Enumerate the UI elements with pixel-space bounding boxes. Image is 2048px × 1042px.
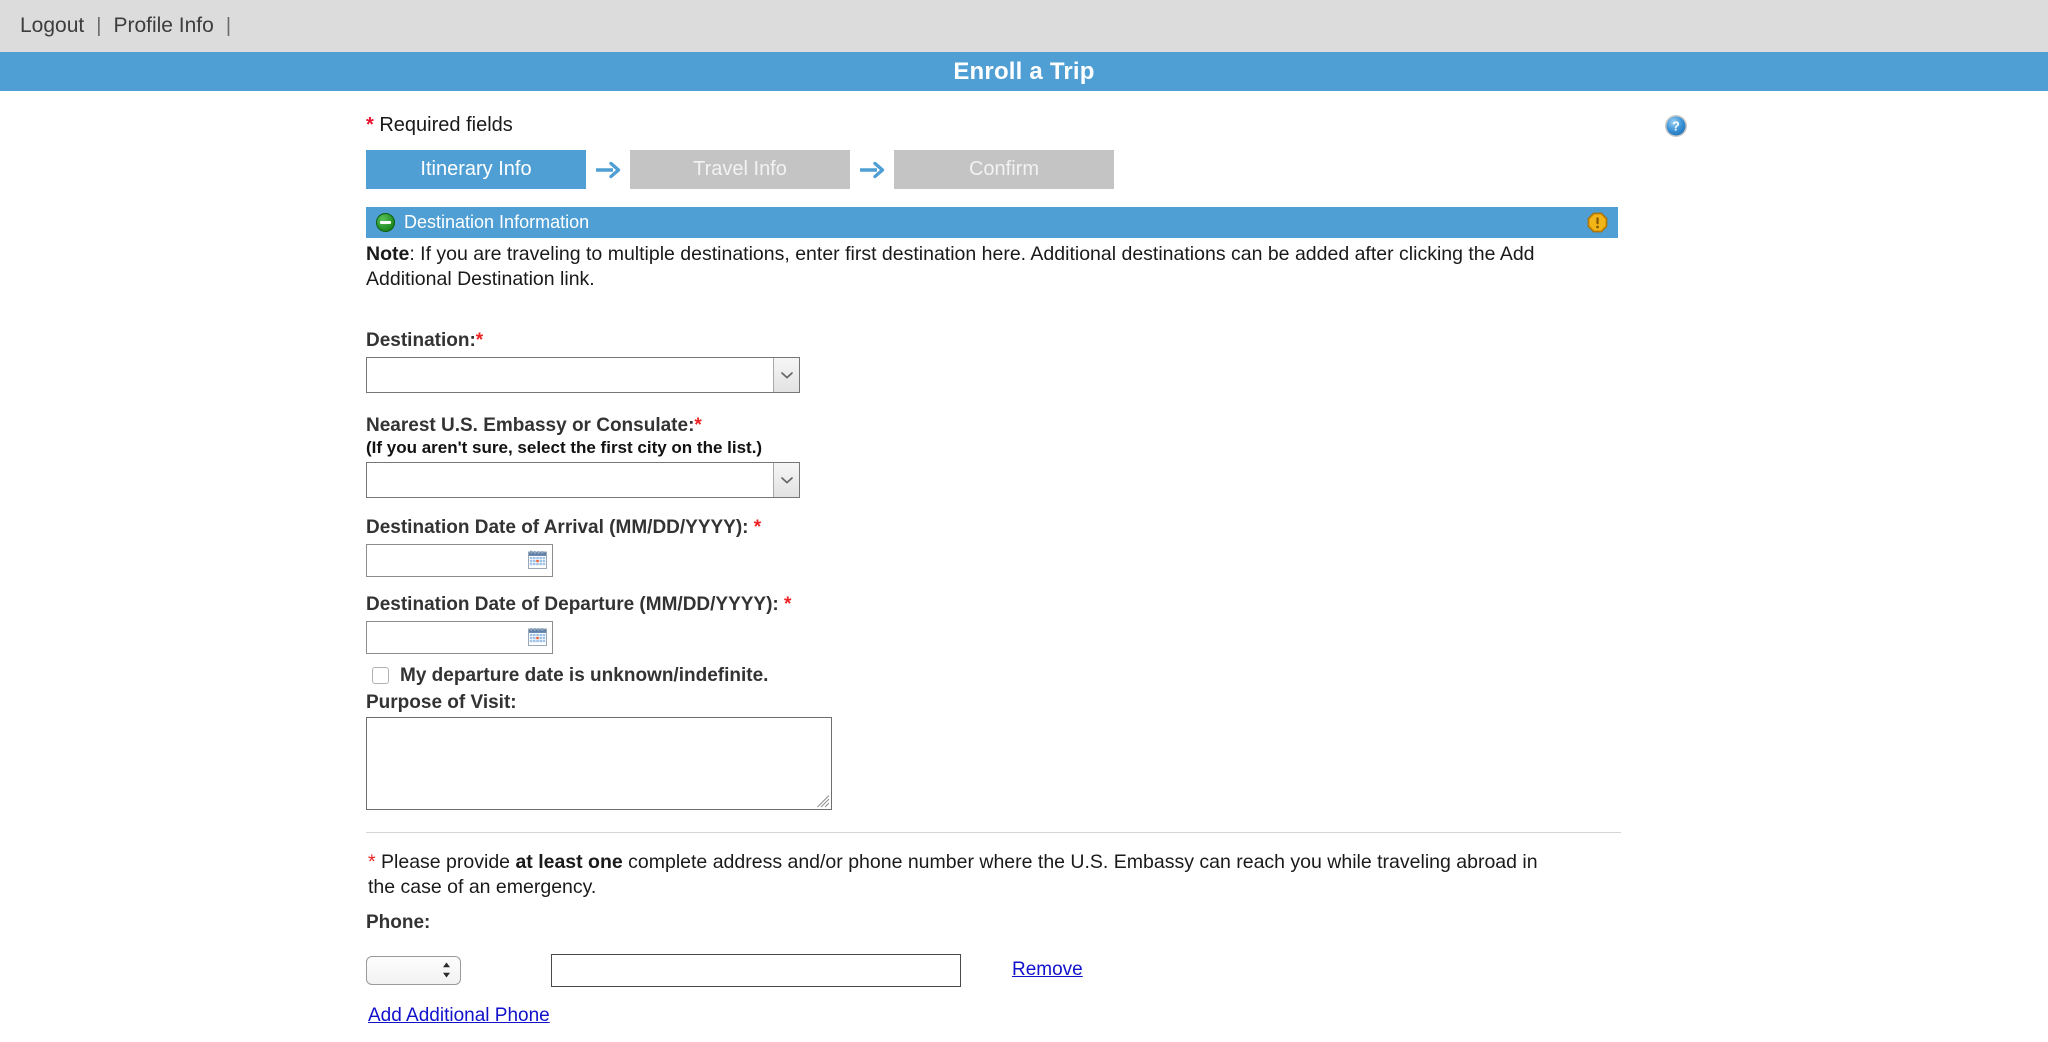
emergency-text-before: Please provide bbox=[375, 851, 516, 874]
resize-grip-icon[interactable] bbox=[817, 795, 830, 808]
departure-date-label-text: Destination Date of Departure (MM/DD/YYY… bbox=[366, 593, 779, 615]
arrow-right-icon-2 bbox=[850, 160, 894, 180]
destination-note: Note: If you are traveling to multiple d… bbox=[366, 242, 1561, 291]
section-title: Destination Information bbox=[404, 212, 590, 232]
calendar-icon-2[interactable] bbox=[528, 628, 547, 647]
arrival-date-label: Destination Date of Arrival (MM/DD/YYYY)… bbox=[366, 516, 2048, 540]
profile-info-link[interactable]: Profile Info bbox=[103, 14, 223, 38]
step-travel-info[interactable]: Travel Info bbox=[630, 150, 850, 189]
arrival-required-asterisk: * bbox=[753, 517, 762, 539]
phone-section-label: Phone: bbox=[366, 911, 431, 933]
page-title-banner: Enroll a Trip bbox=[0, 52, 2048, 91]
step-travel-info-label: Travel Info bbox=[693, 158, 787, 180]
arrow-right-icon bbox=[586, 160, 630, 180]
embassy-label: Nearest U.S. Embassy or Consulate:* bbox=[366, 414, 2048, 438]
phone-entry-row: Remove bbox=[366, 953, 2048, 987]
emergency-bold-text: at least one bbox=[515, 851, 623, 874]
departure-date-input[interactable] bbox=[366, 620, 553, 654]
embassy-hint: (If you aren't sure, select the first ci… bbox=[366, 437, 763, 457]
embassy-required-asterisk: * bbox=[694, 414, 702, 436]
emergency-asterisk: * bbox=[368, 851, 376, 874]
up-down-arrows-icon bbox=[442, 962, 451, 979]
add-additional-phone-link[interactable]: Add Additional Phone bbox=[368, 1005, 550, 1026]
page-root: Logout | Profile Info | Enroll a Trip ? … bbox=[0, 0, 2048, 1042]
required-fields-note: * Required fields bbox=[366, 114, 2048, 137]
purpose-of-visit-label: Purpose of Visit: bbox=[366, 691, 517, 713]
destination-label: Destination:* bbox=[366, 329, 2048, 353]
top-utility-bar: Logout | Profile Info | bbox=[0, 0, 2048, 52]
destination-select[interactable] bbox=[366, 356, 800, 393]
departure-unknown-row[interactable]: My departure date is unknown/indefinite. bbox=[372, 665, 2048, 687]
note-label: Note bbox=[366, 243, 410, 265]
phone-number-input[interactable] bbox=[551, 953, 961, 987]
page-title: Enroll a Trip bbox=[953, 57, 1095, 85]
add-phone-row: Add Additional Phone bbox=[368, 1005, 2048, 1027]
embassy-select[interactable] bbox=[366, 462, 800, 499]
minus-circle-icon[interactable] bbox=[376, 213, 395, 232]
step-confirm-label: Confirm bbox=[968, 158, 1039, 180]
purpose-of-visit-textarea[interactable] bbox=[366, 717, 832, 811]
destination-label-text: Destination: bbox=[366, 330, 476, 352]
main-content: * Required fields Itinerary Info Travel … bbox=[0, 91, 2048, 1042]
departure-required-asterisk: * bbox=[784, 593, 792, 615]
step-itinerary-info[interactable]: Itinerary Info bbox=[366, 150, 586, 189]
warning-exclamation-icon bbox=[1587, 212, 1608, 233]
departure-date-label: Destination Date of Departure (MM/DD/YYY… bbox=[366, 593, 2048, 617]
phone-type-select[interactable] bbox=[366, 955, 461, 985]
note-text: : If you are traveling to multiple desti… bbox=[366, 243, 1535, 290]
required-fields-label: Required fields bbox=[379, 114, 513, 136]
section-divider bbox=[366, 832, 1621, 834]
departure-unknown-checkbox[interactable] bbox=[372, 667, 389, 685]
nav-separator-2: | bbox=[225, 14, 232, 37]
destination-select-value bbox=[367, 358, 773, 392]
required-asterisk: * bbox=[366, 114, 374, 136]
step-progress-bar: Itinerary Info Travel Info Confirm bbox=[366, 150, 2048, 189]
chevron-down-icon[interactable] bbox=[773, 357, 799, 392]
remove-phone-link[interactable]: Remove bbox=[1012, 959, 1083, 981]
step-itinerary-info-label: Itinerary Info bbox=[420, 158, 532, 180]
destination-required-asterisk: * bbox=[475, 330, 484, 352]
arrival-date-input[interactable] bbox=[366, 543, 553, 577]
chevron-down-icon-2[interactable] bbox=[773, 463, 799, 498]
calendar-icon[interactable] bbox=[528, 551, 547, 570]
destination-information-header[interactable]: Destination Information bbox=[366, 207, 1618, 238]
embassy-label-text: Nearest U.S. Embassy or Consulate: bbox=[366, 414, 695, 436]
arrival-date-label-text: Destination Date of Arrival (MM/DD/YYYY)… bbox=[366, 517, 749, 539]
emergency-contact-note: * Please provide at least one complete a… bbox=[368, 850, 1568, 900]
nav-separator-1: | bbox=[96, 14, 102, 37]
step-confirm[interactable]: Confirm bbox=[894, 150, 1114, 189]
embassy-select-value bbox=[367, 463, 773, 497]
logout-link[interactable]: Logout bbox=[10, 14, 94, 38]
departure-unknown-label: My departure date is unknown/indefinite. bbox=[400, 664, 769, 686]
